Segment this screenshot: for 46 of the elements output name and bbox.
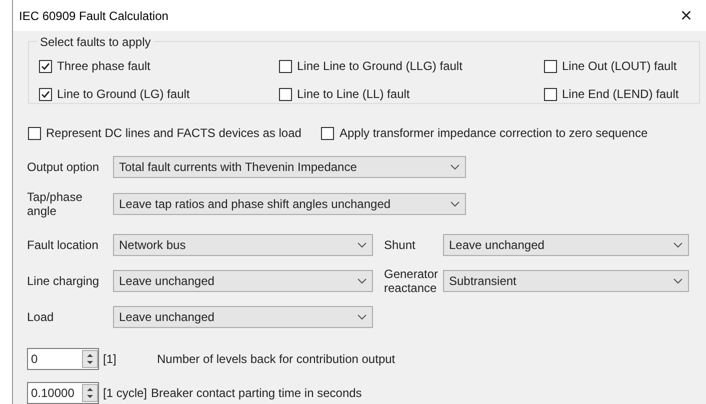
checkbox-label: Represent DC lines and FACTS devices as load bbox=[46, 125, 302, 142]
checkbox-label: Apply transformer impedance correction to zero sequence bbox=[339, 125, 648, 142]
checkbox[interactable] bbox=[279, 88, 292, 100]
unit-label: [1 cycle] bbox=[103, 385, 148, 402]
field-label: Shunt bbox=[383, 238, 416, 252]
chevron-down-icon bbox=[450, 164, 460, 170]
spinner-description: Breaker contact parting time in seconds bbox=[151, 385, 362, 402]
chevron-down-icon bbox=[673, 278, 683, 284]
checkbox[interactable] bbox=[321, 126, 334, 140]
checkbox[interactable] bbox=[544, 60, 557, 72]
checkbox-label: Line End (LEND) fault bbox=[562, 86, 679, 103]
dropdown[interactable]: Leave tap ratios and phase shift angles unchanged bbox=[113, 193, 466, 215]
checkbox-label: Line Out (LOUT) fault bbox=[562, 58, 677, 75]
unit-label: [1] bbox=[103, 351, 118, 368]
checkbox-label: Line to Ground (LG) fault bbox=[57, 86, 190, 103]
dropdown[interactable]: Leave unchanged bbox=[443, 234, 689, 256]
dropdown[interactable]: Subtransient bbox=[443, 270, 689, 292]
window-title: IEC 60909 Fault Calculation bbox=[19, 8, 168, 24]
spinner-arrows-icon bbox=[82, 350, 98, 368]
field-label: Line charging bbox=[27, 274, 100, 288]
checkbox[interactable] bbox=[279, 60, 292, 72]
field-label: Tap/phase angle bbox=[27, 190, 84, 218]
chevron-down-icon bbox=[357, 242, 367, 248]
number-spinner[interactable]: 0.10000 bbox=[27, 382, 99, 404]
dropdown[interactable]: Leave unchanged bbox=[113, 270, 373, 292]
checkbox[interactable] bbox=[39, 60, 52, 72]
checkbox-label: Three phase fault bbox=[57, 58, 150, 75]
dropdown[interactable]: Leave unchanged bbox=[113, 306, 373, 328]
chevron-down-icon bbox=[673, 242, 683, 248]
field-label: Generator reactance bbox=[383, 267, 440, 295]
field-label: Output option bbox=[27, 160, 100, 174]
checkbox[interactable] bbox=[28, 126, 41, 140]
number-spinner[interactable]: 0 bbox=[27, 348, 99, 370]
close-button[interactable]: × bbox=[674, 6, 698, 26]
checkbox[interactable] bbox=[39, 88, 52, 100]
field-label: Fault location bbox=[27, 238, 100, 252]
checkbox-label: Line to Line (LL) fault bbox=[297, 86, 410, 103]
checkbox[interactable] bbox=[544, 88, 557, 100]
dropdown[interactable]: Total fault currents with Thevenin Impedance bbox=[113, 156, 466, 178]
chevron-down-icon bbox=[357, 278, 367, 284]
spinner-description: Number of levels back for contribution output bbox=[157, 351, 396, 368]
chevron-down-icon bbox=[357, 314, 367, 320]
chevron-down-icon bbox=[450, 201, 460, 207]
field-label: Load bbox=[27, 310, 55, 324]
dropdown[interactable]: Network bus bbox=[113, 234, 373, 256]
checkbox-label: Line Line to Ground (LLG) fault bbox=[297, 58, 462, 75]
